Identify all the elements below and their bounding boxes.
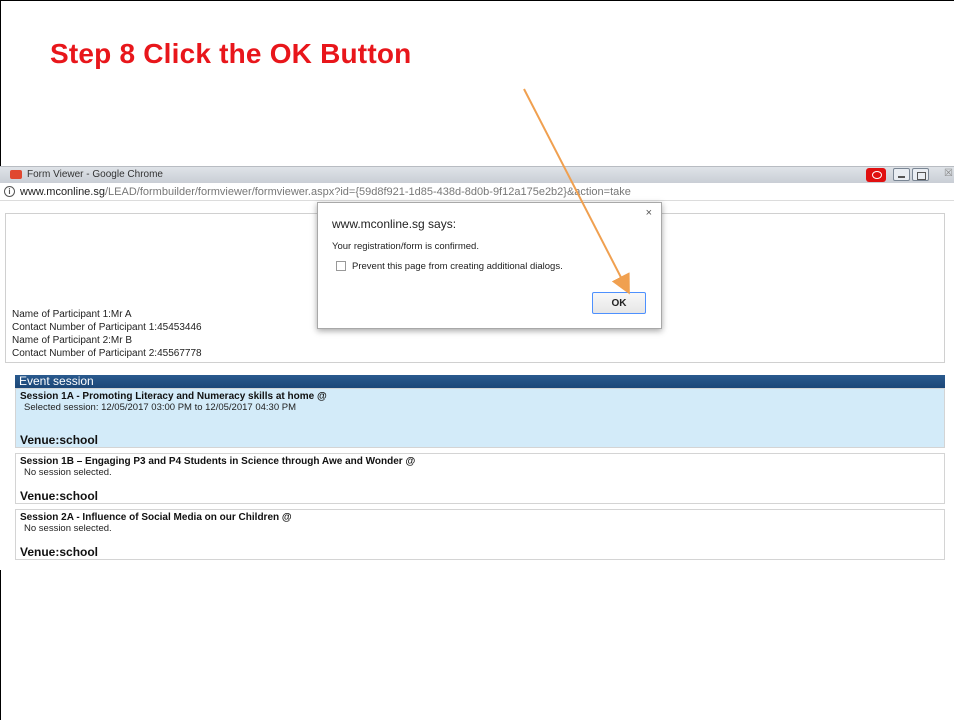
dialog-close-icon[interactable]: × xyxy=(646,207,652,219)
session-item[interactable]: Session 1B – Engaging P3 and P4 Students… xyxy=(15,453,945,504)
ok-button[interactable]: OK xyxy=(592,292,646,314)
session-title: Session 2A - Influence of Social Media o… xyxy=(20,512,292,523)
session-venue: Venue:school xyxy=(20,433,99,447)
session-venue: Venue:school xyxy=(20,489,99,503)
record-icon[interactable] xyxy=(866,168,886,182)
session-title: Session 1A - Promoting Literacy and Nume… xyxy=(20,391,327,402)
session-status: No session selected. xyxy=(24,523,112,534)
participant-line: Name of Participant 2:Mr B xyxy=(12,335,133,346)
session-item-selected[interactable]: Session 1A - Promoting Literacy and Nume… xyxy=(15,388,945,448)
url-text[interactable]: www.mconline.sg/LEAD/formbuilder/formvie… xyxy=(20,186,631,198)
app-icon xyxy=(10,170,22,179)
address-bar[interactable]: i www.mconline.sg/LEAD/formbuilder/formv… xyxy=(0,183,954,201)
confirm-dialog: × www.mconline.sg says: Your registratio… xyxy=(317,202,662,329)
info-icon[interactable]: i xyxy=(4,186,15,197)
session-status: No session selected. xyxy=(24,467,112,478)
participant-line: Name of Participant 1:Mr A xyxy=(12,309,132,320)
maximize-icon[interactable] xyxy=(912,168,929,181)
window-titlebar: Form Viewer - Google Chrome ☒ xyxy=(0,166,954,183)
event-session-section: Event session Session 1A - Promoting Lit… xyxy=(15,375,945,560)
slide-title: Step 8 Click the OK Button xyxy=(50,38,412,69)
participant-line: Contact Number of Participant 1:45453446 xyxy=(12,322,202,333)
prevent-dialogs-label[interactable]: Prevent this page from creating addition… xyxy=(352,261,563,272)
url-path: /LEAD/formbuilder/formviewer/formviewer.… xyxy=(104,186,631,198)
url-host: www.mconline.sg xyxy=(20,186,105,198)
session-title: Session 1B – Engaging P3 and P4 Students… xyxy=(20,456,416,467)
window-title: Form Viewer - Google Chrome xyxy=(27,169,163,180)
session-venue: Venue:school xyxy=(20,545,99,559)
dialog-host: www.mconline.sg says: xyxy=(332,217,457,231)
event-session-header: Event session xyxy=(15,375,945,388)
minimize-icon[interactable] xyxy=(893,168,910,181)
session-status: Selected session: 12/05/2017 03:00 PM to… xyxy=(24,402,296,413)
participant-line: Contact Number of Participant 2:45567778 xyxy=(12,348,202,359)
window-close-icon[interactable]: ☒ xyxy=(944,168,953,179)
session-item[interactable]: Session 2A - Influence of Social Media o… xyxy=(15,509,945,560)
dialog-message: Your registration/form is confirmed. xyxy=(332,241,479,252)
prevent-dialogs-checkbox[interactable] xyxy=(336,261,346,271)
